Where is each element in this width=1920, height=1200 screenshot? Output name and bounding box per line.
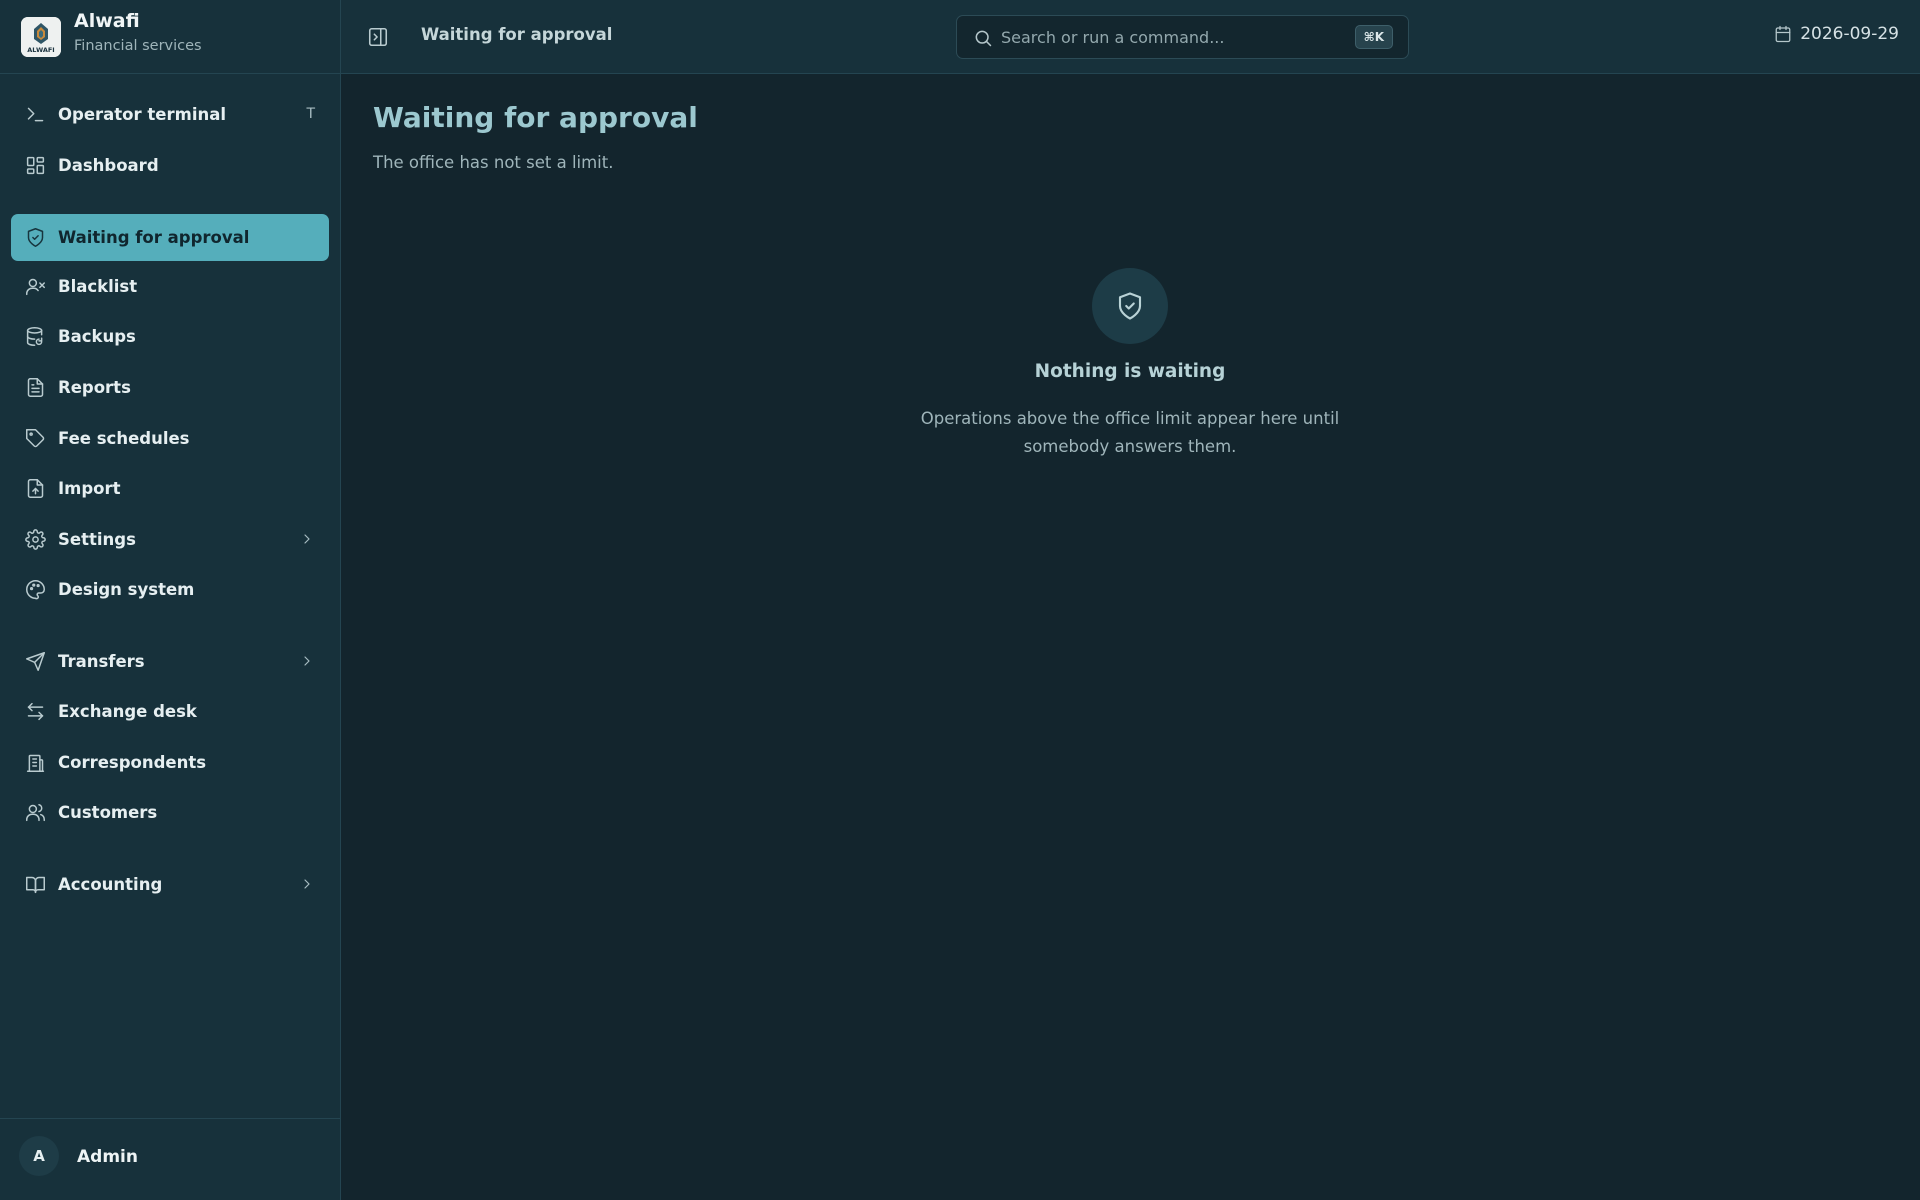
sidebar-item-exchange-desk[interactable]: Exchange desk	[11, 688, 329, 734]
sidebar-item-label: Design system	[58, 579, 195, 599]
palette-icon	[24, 578, 46, 600]
shield-check-icon	[1092, 268, 1168, 344]
sidebar-item-label: Transfers	[58, 651, 145, 671]
sidebar-item-label: Blacklist	[58, 276, 138, 296]
sidebar-item-backups[interactable]: Backups	[11, 313, 329, 359]
empty-state-title: Nothing is waiting	[1034, 361, 1226, 382]
sidebar-item-label: Exchange desk	[58, 701, 197, 721]
sidebar-item-transfers[interactable]: Transfers	[11, 638, 329, 684]
empty-state: Nothing is waiting Operations above the …	[880, 268, 1380, 461]
sidebar-item-label: Dashboard	[58, 155, 159, 175]
sidebar-item-settings[interactable]: Settings	[11, 516, 329, 562]
sidebar-item-reports[interactable]: Reports	[11, 364, 329, 410]
search-input[interactable]	[1001, 16, 1331, 58]
sidebar-item-label: Backups	[58, 326, 136, 346]
sidebar-item-operator-terminal[interactable]: Operator terminal T	[11, 91, 329, 137]
sidebar-item-design-system[interactable]: Design system	[11, 566, 329, 612]
sidebar-item-label: Fee schedules	[58, 428, 190, 448]
brand-header: ALWAFI Alwafi Financial services	[0, 0, 340, 74]
sidebar-item-label: Correspondents	[58, 752, 207, 772]
sidebar-item-label: Import	[58, 478, 121, 498]
shield-check-icon	[24, 227, 46, 249]
page-subtitle: The office has not set a limit.	[373, 153, 614, 172]
page-title: Waiting for approval	[373, 101, 698, 134]
calendar-icon	[1775, 25, 1791, 43]
sidebar-item-label: Customers	[58, 802, 158, 822]
book-icon	[24, 873, 46, 895]
brand-subtitle: Financial services	[74, 38, 202, 54]
sidebar-item-label: Reports	[58, 377, 131, 397]
search-icon	[973, 28, 993, 48]
sidebar-item-fee-schedules[interactable]: Fee schedules	[11, 415, 329, 461]
brand-name: Alwafi	[74, 10, 140, 32]
chevron-right-icon	[299, 876, 315, 892]
sidebar-item-dashboard[interactable]: Dashboard	[11, 142, 329, 188]
avatar: A	[19, 1136, 59, 1176]
terminal-icon	[24, 103, 46, 125]
user-menu[interactable]: A Admin	[0, 1118, 340, 1200]
dashboard-icon	[24, 154, 46, 176]
users-icon	[24, 801, 46, 823]
sidebar-item-label: Accounting	[58, 874, 163, 894]
sidebar-item-blacklist[interactable]: Blacklist	[11, 263, 329, 309]
brand-logo[interactable]: ALWAFI	[21, 17, 61, 57]
sidebar-item-label: Waiting for approval	[58, 228, 250, 247]
empty-state-description: Operations above the office limit appear…	[920, 409, 1340, 456]
file-text-icon	[24, 376, 46, 398]
topbar: Waiting for approval ⌘K 2026-09-29	[341, 0, 1920, 74]
sidebar-toggle-button[interactable]	[365, 24, 391, 50]
shortcut-hint: T	[306, 106, 315, 122]
sidebar-item-waiting-for-approval[interactable]: Waiting for approval	[11, 214, 329, 261]
sidebar-item-customers[interactable]: Customers	[11, 789, 329, 835]
tag-icon	[24, 427, 46, 449]
panel-toggle-icon	[368, 27, 388, 47]
gear-icon	[24, 528, 46, 550]
sidebar-item-accounting[interactable]: Accounting	[11, 861, 329, 907]
chevron-right-icon	[299, 531, 315, 547]
user-name: Admin	[77, 1147, 138, 1167]
current-date: 2026-09-29	[1800, 24, 1899, 44]
user-x-icon	[24, 275, 46, 297]
sidebar-item-label: Settings	[58, 529, 136, 549]
file-upload-icon	[24, 477, 46, 499]
database-icon	[24, 325, 46, 347]
command-search[interactable]: ⌘K	[956, 15, 1409, 59]
shortcut-badge: ⌘K	[1354, 25, 1393, 49]
sidebar: ALWAFI Alwafi Financial services Operato…	[0, 0, 341, 1200]
chevron-right-icon	[299, 653, 315, 669]
send-icon	[24, 650, 46, 672]
arrows-exchange-icon	[24, 700, 46, 722]
sidebar-item-correspondents[interactable]: Correspondents	[11, 739, 329, 785]
svg-text:ALWAFI: ALWAFI	[27, 46, 54, 54]
sidebar-item-import[interactable]: Import	[11, 465, 329, 511]
date-display[interactable]: 2026-09-29	[1774, 24, 1899, 44]
building-icon	[24, 751, 46, 773]
breadcrumb: Waiting for approval	[421, 25, 613, 44]
sidebar-item-label: Operator terminal	[58, 104, 227, 124]
